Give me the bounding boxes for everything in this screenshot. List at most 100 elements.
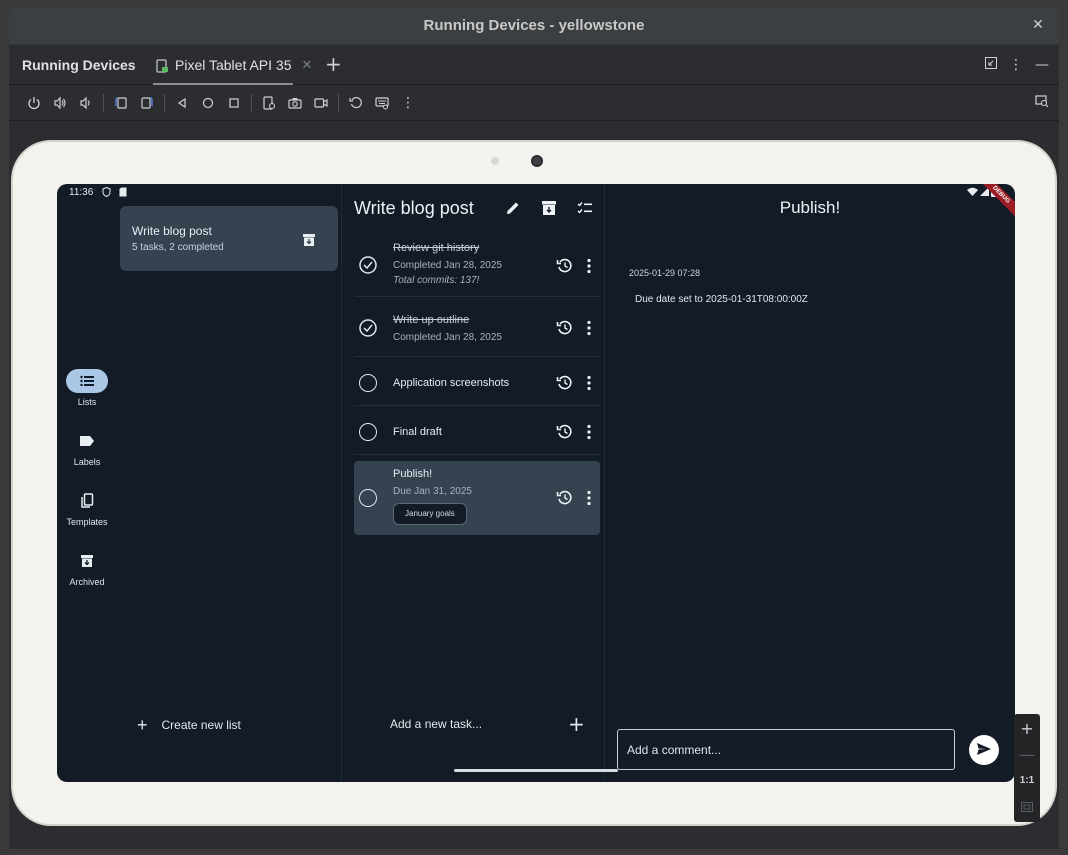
task-title: Final draft [393,426,442,438]
task-title: Publish! [393,468,433,480]
list-icon [66,369,108,393]
tab-close-icon[interactable]: ✕ [301,58,312,73]
home-icon[interactable] [195,90,221,116]
list-title: Write blog post [132,224,212,238]
emulator-area: 11:36 DEBUG Lists Labels Templates Archi… [9,122,1059,849]
list-card[interactable]: Write blog post 5 tasks, 2 completed [120,206,338,271]
more-vert-icon[interactable] [584,257,594,275]
task-row[interactable]: Write up outline Completed Jan 28, 2025 [354,297,600,357]
task-title: Application screenshots [393,377,510,389]
task-row[interactable]: Review git history Completed Jan 28, 202… [354,237,600,297]
rotate-right-icon[interactable] [134,90,160,116]
unchecked-circle-icon[interactable] [359,423,377,441]
screen-record-icon[interactable] [308,90,334,116]
keyboard-icon[interactable] [369,90,395,116]
rail-item-archived[interactable]: Archived [57,549,117,587]
templates-icon [66,489,108,513]
add-tab-icon[interactable]: + [325,54,342,74]
history-icon[interactable] [556,423,574,441]
gesture-nav-handle[interactable] [454,769,618,772]
panel-title: Running Devices [22,56,136,73]
tab-bar: Running Devices Pixel Tablet API 35 ✕ + … [9,45,1059,85]
more-toolbar-icon[interactable]: ⋮ [395,90,421,116]
rail-item-templates[interactable]: Templates [57,489,117,527]
back-icon[interactable] [169,90,195,116]
navigation-rail: Lists Labels Templates Archived [57,184,117,782]
send-icon [976,741,992,760]
rail-item-labels[interactable]: Labels [57,429,117,467]
history-icon[interactable] [556,257,574,275]
power-icon[interactable] [21,90,47,116]
lists-pane: Write blog post 5 tasks, 2 completed + C… [117,184,342,782]
window-title: Running Devices - yellowstone [423,17,645,34]
comment-field[interactable] [617,729,955,770]
list-subtitle: 5 tasks, 2 completed [132,242,224,253]
add-task-plus-icon[interactable]: + [568,712,585,736]
task-subtitle: Due Jan 31, 2025 [393,486,472,497]
device-settings-icon[interactable] [256,90,282,116]
unchecked-circle-icon[interactable] [359,374,377,392]
archive-icon[interactable] [302,232,316,251]
close-icon[interactable]: ✕ [1029,16,1047,34]
more-vert-icon[interactable] [584,423,594,441]
tablet-frame: 11:36 DEBUG Lists Labels Templates Archi… [11,140,1057,826]
checklist-icon[interactable] [576,199,596,219]
check-circle-icon[interactable] [359,319,377,337]
detail-pane: Publish! 2025-01-29 07:28 Due date set t… [605,184,1015,782]
label-chip[interactable]: January goals [393,503,467,525]
plus-icon: + [137,715,148,735]
volume-down-icon[interactable] [73,90,99,116]
task-subtitle: Completed Jan 28, 2025 [393,260,502,271]
send-button[interactable] [969,735,999,765]
add-task-input[interactable]: Add a new task... [390,717,482,731]
create-list-button[interactable]: + Create new list [137,715,241,735]
task-note: Total commits: 137! [393,275,480,286]
rail-item-lists[interactable]: Lists [57,369,117,407]
comment-input[interactable] [618,730,954,769]
archive-icon [66,549,108,573]
check-circle-icon[interactable] [359,256,377,274]
rail-label: Templates [66,517,108,527]
overview-icon[interactable] [221,90,247,116]
snapshot-icon[interactable] [343,90,369,116]
device-explorer-icon[interactable] [1035,93,1049,112]
create-list-label: Create new list [161,718,241,732]
screenshot-icon[interactable] [282,90,308,116]
history-icon[interactable] [556,319,574,337]
tab-label: Pixel Tablet API 35 [175,57,292,73]
task-row-selected[interactable]: Publish! Due Jan 31, 2025 January goals [354,461,600,535]
zoom-out-icon[interactable]: — [1019,744,1035,770]
zoom-actual-size[interactable]: 1:1 [1020,770,1034,796]
zoom-fit-icon[interactable] [1021,796,1033,822]
rotate-left-icon[interactable] [108,90,134,116]
minimize-icon[interactable]: — [1035,57,1049,73]
archive-icon[interactable] [540,199,560,219]
label-icon [66,429,108,453]
comment-timestamp: 2025-01-29 07:28 [629,268,701,278]
more-vert-icon[interactable] [584,489,594,507]
history-icon[interactable] [556,374,574,392]
more-vert-icon[interactable] [584,319,594,337]
more-options-icon[interactable]: ⋮ [1009,57,1023,73]
task-row[interactable]: Final draft [354,406,600,455]
comment-text: Due date set to 2025-01-31T08:00:00Z [635,294,808,305]
device-screen[interactable]: 11:36 DEBUG Lists Labels Templates Archi… [57,184,1015,782]
device-toolbar: ⋮ [9,85,1059,121]
volume-up-icon[interactable] [47,90,73,116]
camera-icon [531,155,543,167]
device-icon [155,58,169,73]
restore-icon[interactable] [985,57,997,73]
more-vert-icon[interactable] [584,374,594,392]
detail-title: Publish! [779,198,841,217]
edit-icon[interactable] [504,199,524,219]
zoom-in-icon[interactable]: + [1020,718,1033,744]
rail-label: Lists [77,397,97,407]
tasks-header: Write blog post [354,198,474,218]
task-row[interactable]: Application screenshots [354,357,600,406]
zoom-panel: + — 1:1 [1014,714,1040,822]
task-title: Review git history [393,242,480,254]
tab-device[interactable]: Pixel Tablet API 35 ✕ [147,45,320,85]
unchecked-circle-icon[interactable] [359,489,377,507]
history-icon[interactable] [556,489,574,507]
tasks-pane: Write blog post Review git history Compl… [342,184,605,782]
